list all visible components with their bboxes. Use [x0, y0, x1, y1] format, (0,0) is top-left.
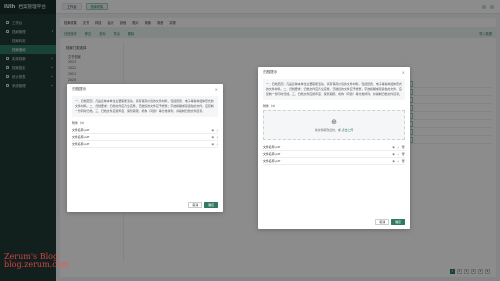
eye-icon[interactable]: ◉ [392, 145, 395, 149]
attachment-label: 附件（3） [72, 121, 86, 125]
file-name: 文件名称.pdf [72, 128, 90, 132]
modal-title: 归档提示 [72, 87, 87, 91]
file-row: 文件名称.pdf ◉ ⤓ 🗑 [263, 151, 405, 158]
confirm-button[interactable]: 确定 [204, 202, 218, 208]
attachment-label: 附件（3） [263, 104, 277, 108]
file-name: 文件名称.pdf [72, 135, 90, 139]
file-name: 文件名称.pdf [263, 152, 281, 156]
upload-hint: 将文件拖到此处，或 点击上传 [315, 128, 354, 132]
modal-title: 归档提示 [263, 70, 278, 74]
file-actions: ◉ ⤓ 🗑 [392, 145, 405, 149]
delete-icon[interactable]: 🗑 [401, 159, 405, 163]
download-icon[interactable]: ⤓ [397, 159, 398, 163]
notice-text: 一、归档范围：凡是反映本单位主要职能活动，具有保存价值的文件材料，包括纸质、电子… [72, 96, 218, 117]
notice-text: 一、归档范围：凡是反映本单位主要职能活动，具有保存价值的文件材料，包括纸质、电子… [263, 79, 405, 100]
file-name: 文件名称.pdf [263, 145, 281, 149]
file-row: 文件名称.pdf ◉ ⤓ 🗑 [263, 158, 405, 165]
download-icon[interactable]: ⤓ [217, 142, 218, 146]
close-icon[interactable]: × [402, 70, 405, 75]
eye-icon[interactable]: ◉ [392, 159, 395, 163]
file-name: 文件名称.pdf [263, 159, 281, 163]
file-row: 文件名称.pdf ◉ ⤓ [72, 134, 218, 141]
close-icon[interactable]: × [215, 87, 218, 92]
modal-buttons: 取消 确定 [188, 202, 218, 208]
cancel-button[interactable]: 取消 [375, 219, 390, 225]
modal-header: 归档提示 × [67, 84, 223, 95]
eye-icon[interactable]: ◉ [212, 128, 215, 132]
file-actions: ◉ ⤓ 🗑 [392, 152, 405, 156]
modal-buttons: 取消 确定 [375, 219, 405, 225]
archive-notice-modal: 归档提示 × 一、归档范围：凡是反映本单位主要职能活动，具有保存价值的文件材料，… [67, 84, 223, 212]
file-actions: ◉ ⤓ [212, 135, 218, 139]
modal-header: 归档提示 × [258, 67, 410, 78]
delete-icon[interactable]: 🗑 [401, 145, 405, 149]
upload-dropzone[interactable]: ⊕ 将文件拖到此处，或 点击上传 [263, 110, 405, 140]
eye-icon[interactable]: ◉ [392, 152, 395, 156]
cancel-button[interactable]: 取消 [188, 202, 203, 208]
file-actions: ◉ ⤓ 🗑 [392, 159, 405, 163]
upload-link[interactable]: 点击上传 [342, 128, 354, 132]
archive-upload-modal: 归档提示 × 一、归档范围：凡是反映本单位主要职能活动，具有保存价值的文件材料，… [258, 67, 410, 229]
file-row: 文件名称.pdf ◉ ⤓ 🗑 [263, 144, 405, 151]
eye-icon[interactable]: ◉ [212, 142, 215, 146]
file-row: 文件名称.pdf ◉ ⤓ [72, 127, 218, 134]
download-icon[interactable]: ⤓ [217, 135, 218, 139]
download-icon[interactable]: ⤓ [397, 145, 398, 149]
file-row: 文件名称.pdf ◉ ⤓ [72, 141, 218, 148]
download-icon[interactable]: ⤓ [397, 152, 398, 156]
watermark: Zerum's Blog blog.zerum.com [4, 253, 69, 269]
watermark-line: blog.zerum.com [4, 260, 70, 269]
upload-file-icon: ⊕ [331, 118, 337, 126]
download-icon[interactable]: ⤓ [217, 128, 218, 132]
file-actions: ◉ ⤓ [212, 142, 218, 146]
file-actions: ◉ ⤓ [212, 128, 218, 132]
upload-text: 将文件拖到此处，或 [314, 128, 341, 132]
confirm-button[interactable]: 确定 [391, 219, 405, 225]
file-name: 文件名称.pdf [72, 142, 90, 146]
eye-icon[interactable]: ◉ [212, 135, 215, 139]
delete-icon[interactable]: 🗑 [401, 152, 405, 156]
